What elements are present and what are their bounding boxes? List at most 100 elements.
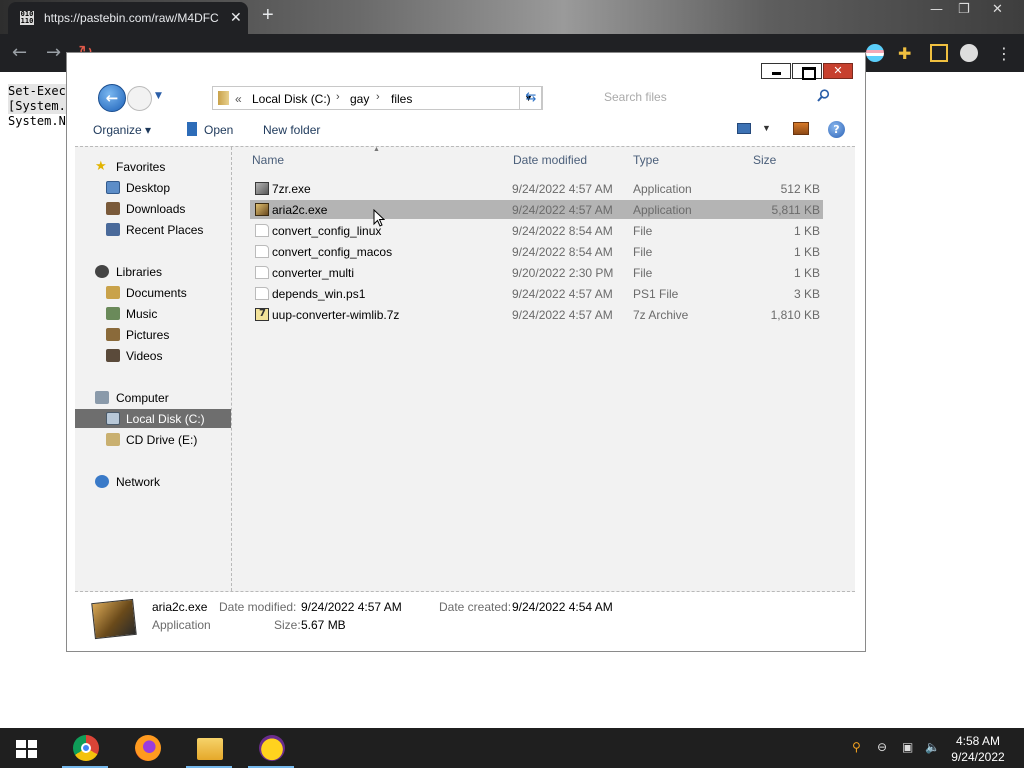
- search-tray-icon[interactable]: ⚲: [852, 740, 866, 754]
- open-icon[interactable]: [187, 122, 197, 136]
- nav-downloads[interactable]: Downloads: [75, 199, 231, 218]
- file-row[interactable]: uup-converter-wimlib.7z 9/24/2022 4:57 A…: [250, 305, 823, 324]
- file-type: File: [633, 245, 653, 259]
- file-thumbnail-icon: [91, 598, 137, 640]
- new-folder-button[interactable]: New folder: [263, 123, 320, 137]
- column-header-date[interactable]: Date modified: [513, 153, 587, 167]
- exe-icon: [255, 203, 269, 216]
- file-row-selected[interactable]: aria2c.exe 9/24/2022 4:57 AM Application…: [250, 200, 823, 219]
- column-header-name[interactable]: Name: [252, 153, 284, 167]
- nav-cd-drive[interactable]: CD Drive (E:): [75, 430, 231, 449]
- nav-documents[interactable]: Documents: [75, 283, 231, 302]
- search-input[interactable]: Search files: [602, 86, 842, 110]
- details-created-label: Date created:: [439, 600, 512, 614]
- windows-start-icon[interactable]: [16, 740, 37, 758]
- file-row[interactable]: depends_win.ps1 9/24/2022 4:57 AM PS1 Fi…: [250, 284, 823, 303]
- organize-button[interactable]: Organize ▾: [93, 123, 151, 137]
- pictures-icon: [106, 328, 120, 341]
- preview-pane-icon[interactable]: [793, 122, 809, 135]
- taskbar-yahoo-messenger[interactable]: [248, 732, 294, 768]
- nav-recent-places[interactable]: Recent Places: [75, 220, 231, 239]
- yahoo-messenger-icon: [259, 735, 285, 761]
- breadcrumb-separator-icon[interactable]: ›: [336, 91, 340, 103]
- file-row[interactable]: convert_config_linux 9/24/2022 8:54 AM F…: [250, 221, 823, 240]
- browser-restore-icon[interactable]: ❐: [958, 2, 970, 17]
- libraries-icon: [95, 265, 109, 278]
- close-button[interactable]: [823, 63, 853, 79]
- search-icon[interactable]: [817, 89, 830, 102]
- file-icon: [255, 266, 269, 279]
- breadcrumb-separator-icon[interactable]: ›: [376, 91, 380, 103]
- browser-back-icon[interactable]: ←: [12, 42, 27, 63]
- file-row[interactable]: 7zr.exe 9/24/2022 4:57 AM Application 51…: [250, 179, 823, 198]
- forward-button[interactable]: [127, 86, 152, 111]
- nav-pictures[interactable]: Pictures: [75, 325, 231, 344]
- content-area: ★ Favorites Desktop Downloads Recent Pla…: [75, 146, 855, 592]
- browser-minimize-icon[interactable]: —: [930, 2, 943, 17]
- volume-icon[interactable]: 🔈: [925, 740, 940, 754]
- side-panel-icon[interactable]: [930, 44, 948, 62]
- file-name: convert_config_macos: [272, 245, 393, 259]
- page-text-line: [System.: [8, 99, 66, 114]
- taskbar-firefox[interactable]: [124, 732, 170, 768]
- file-icon: [255, 287, 269, 300]
- close-tab-icon[interactable]: ✕: [230, 9, 242, 26]
- file-icon: [255, 245, 269, 258]
- refresh-button[interactable]: ⇆: [519, 86, 543, 110]
- breadcrumb-overflow[interactable]: «: [235, 92, 242, 106]
- new-tab-button[interactable]: +: [262, 4, 274, 27]
- videos-icon: [106, 349, 120, 362]
- notification-tray-icon[interactable]: ⊖: [877, 740, 891, 754]
- file-row[interactable]: convert_config_macos 9/24/2022 8:54 AM F…: [250, 242, 823, 261]
- nav-documents-label: Documents: [126, 286, 187, 300]
- profile-avatar-icon[interactable]: [960, 44, 978, 62]
- music-icon: [106, 307, 120, 320]
- nav-desktop-label: Desktop: [126, 181, 171, 195]
- nav-music[interactable]: Music: [75, 304, 231, 323]
- view-dropdown-icon[interactable]: ▼: [762, 123, 771, 133]
- breadcrumb-files[interactable]: files: [391, 92, 412, 106]
- help-icon[interactable]: ?: [828, 121, 845, 138]
- nav-libraries[interactable]: Libraries: [75, 262, 231, 281]
- back-button[interactable]: ←: [98, 84, 126, 112]
- address-bar[interactable]: « Local Disk (C:) › gay › files ▼: [212, 86, 542, 110]
- sort-arrow-icon: ▲: [373, 146, 380, 153]
- nav-local-disk[interactable]: Local Disk (C:): [75, 409, 231, 428]
- nav-desktop[interactable]: Desktop: [75, 178, 231, 197]
- downloads-icon: [106, 202, 120, 215]
- extensions-icon[interactable]: ✚: [898, 44, 916, 63]
- details-pane: aria2c.exe Application Date modified: 9/…: [75, 595, 859, 645]
- system-clock[interactable]: 4:58 AM 9/24/2022: [948, 733, 1008, 765]
- maximize-button[interactable]: [792, 63, 822, 80]
- nav-favorites[interactable]: ★ Favorites: [75, 157, 231, 176]
- page-text-line: System.N: [8, 114, 66, 128]
- file-row[interactable]: converter_multi 9/20/2022 2:30 PM File 1…: [250, 263, 823, 282]
- open-button[interactable]: Open: [204, 123, 233, 137]
- profile-flag-icon[interactable]: [866, 44, 884, 62]
- column-header-size[interactable]: Size: [753, 153, 776, 167]
- browser-menu-icon[interactable]: ⋮: [996, 44, 1014, 63]
- breadcrumb-gay[interactable]: gay: [350, 92, 369, 106]
- nav-computer[interactable]: Computer: [75, 388, 231, 407]
- breadcrumb-local-disk[interactable]: Local Disk (C:): [252, 92, 331, 106]
- cd-drive-icon: [106, 433, 120, 446]
- browser-tab[interactable]: 010 110 https://pastebin.com/raw/M4DFC ✕: [8, 2, 248, 34]
- file-list: ▲ Name Date modified Type Size 7zr.exe 9…: [233, 146, 854, 591]
- taskbar-chrome[interactable]: [62, 732, 108, 768]
- details-file-type: Application: [152, 618, 211, 632]
- column-header-type[interactable]: Type: [633, 153, 659, 167]
- browser-forward-icon[interactable]: →: [46, 42, 61, 63]
- desktop-icon: [106, 181, 120, 194]
- nav-recent-label: Recent Places: [126, 223, 204, 237]
- details-file-name: aria2c.exe: [152, 600, 208, 614]
- nav-videos[interactable]: Videos: [75, 346, 231, 365]
- recent-pages-dropdown-icon[interactable]: ▼: [155, 91, 162, 101]
- file-type: File: [633, 266, 653, 280]
- network-tray-icon[interactable]: ▣: [902, 740, 916, 754]
- taskbar-file-explorer[interactable]: [186, 732, 232, 768]
- browser-close-icon[interactable]: ✕: [992, 2, 1003, 17]
- page-text-line: Set-Exec: [8, 84, 66, 99]
- minimize-button[interactable]: [761, 63, 791, 79]
- change-view-icon[interactable]: [737, 123, 751, 134]
- nav-network[interactable]: Network: [75, 472, 231, 491]
